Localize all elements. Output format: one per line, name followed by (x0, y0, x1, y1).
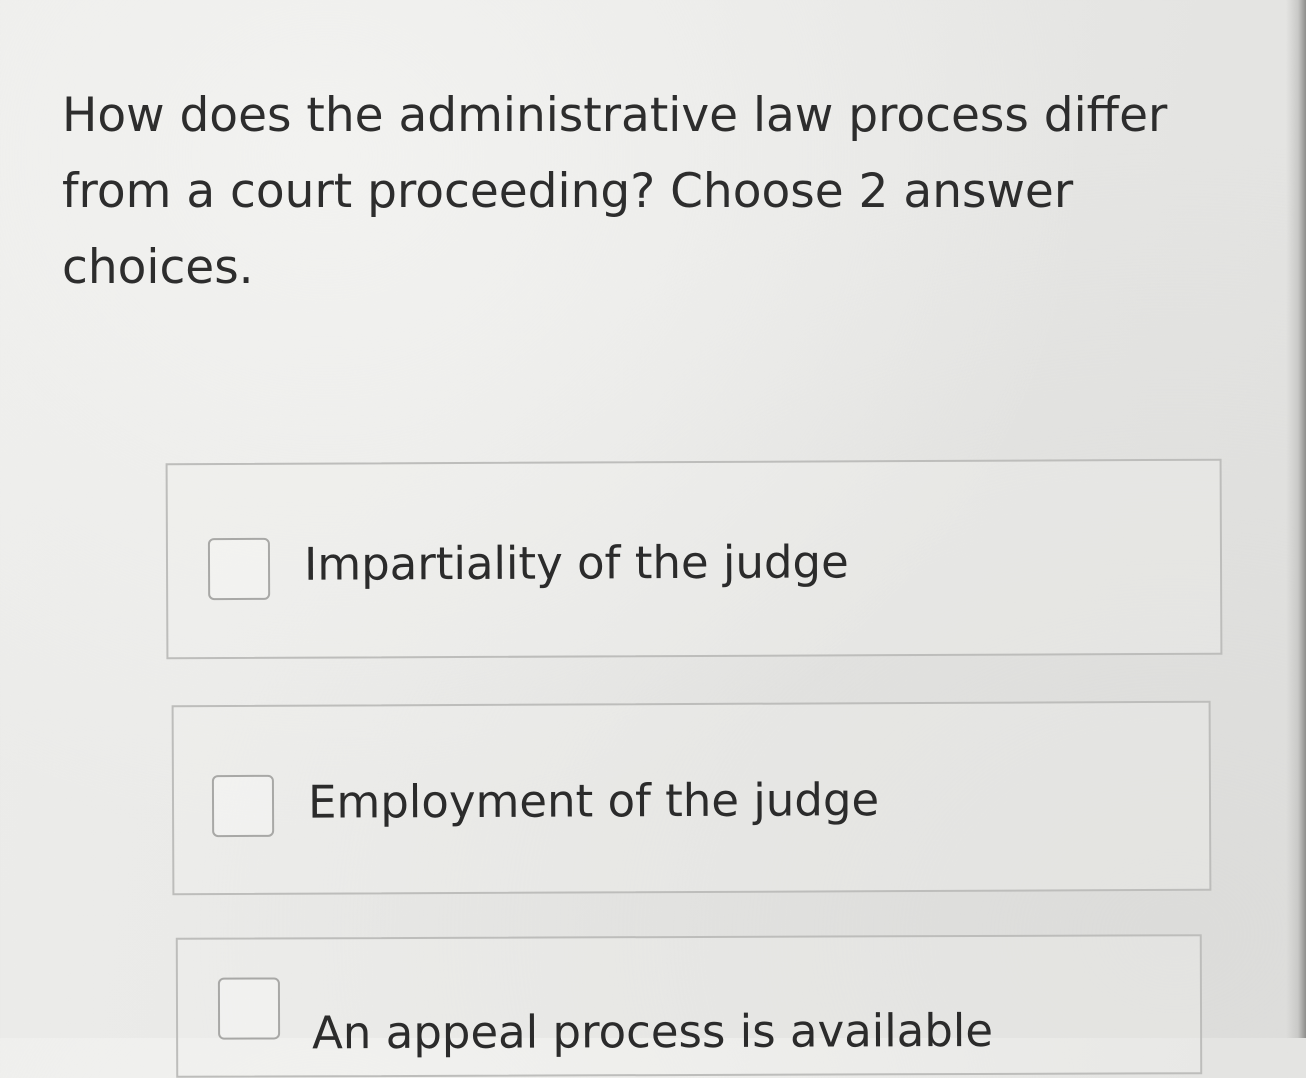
checkbox-unchecked-icon[interactable] (217, 977, 281, 1040)
answer-choice-appeal[interactable]: An appeal process is available (175, 934, 1203, 1078)
checkbox-unchecked-icon[interactable] (211, 774, 275, 838)
screen-edge (1286, 0, 1306, 1038)
checkbox-unchecked-icon[interactable] (207, 537, 271, 601)
answer-choice-employment[interactable]: Employment of the judge (171, 700, 1212, 896)
choice-label: Employment of the judge (307, 773, 880, 829)
choice-label: An appeal process is available (311, 1003, 994, 1060)
answer-choice-impartiality[interactable]: Impartiality of the judge (165, 458, 1223, 660)
choice-label: Impartiality of the judge (303, 535, 849, 591)
question-text: How does the administrative law process … (62, 88, 1168, 295)
